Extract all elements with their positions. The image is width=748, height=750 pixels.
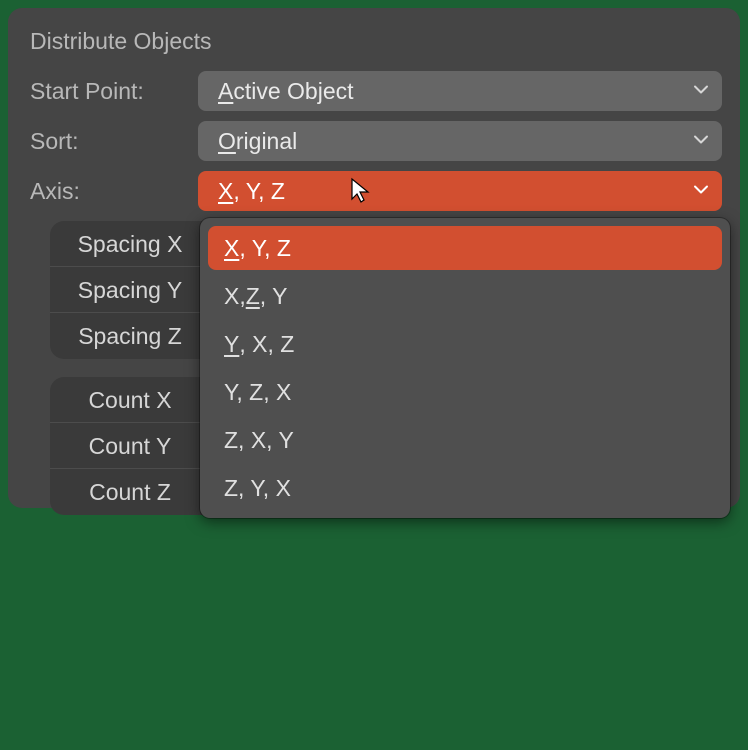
spacing-z-field[interactable]: Spacing Z <box>50 313 210 359</box>
axis-option-0[interactable]: X, Y, Z <box>208 226 722 270</box>
axis-option-2[interactable]: Y, X, Z <box>208 322 722 366</box>
count-x-field[interactable]: Count X <box>50 377 210 423</box>
count-z-field[interactable]: Count Z <box>50 469 210 515</box>
chevron-down-icon <box>692 178 710 205</box>
spacing-y-field[interactable]: Spacing Y <box>50 267 210 313</box>
start-point-select[interactable]: Active Object <box>198 71 722 111</box>
axis-select[interactable]: X, Y, Z <box>198 171 722 211</box>
axis-option-3[interactable]: Y, Z, X <box>208 370 722 414</box>
sort-select[interactable]: Original <box>198 121 722 161</box>
axis-label: Axis: <box>26 178 198 205</box>
axis-dropdown[interactable]: X, Y, ZX, Z, YY, X, ZY, Z, XZ, X, YZ, Y,… <box>200 218 730 518</box>
chevron-down-icon <box>692 128 710 155</box>
start-point-row: Start Point: Active Object <box>26 71 722 111</box>
sort-value: Original <box>218 128 297 155</box>
spacing-x-field[interactable]: Spacing X <box>50 221 210 267</box>
axis-option-1[interactable]: X, Z, Y <box>208 274 722 318</box>
sort-label: Sort: <box>26 128 198 155</box>
panel-title: Distribute Objects <box>26 28 722 55</box>
axis-row: Axis: X, Y, Z <box>26 171 722 211</box>
axis-value: X, Y, Z <box>218 178 285 205</box>
chevron-down-icon <box>692 78 710 105</box>
count-y-field[interactable]: Count Y <box>50 423 210 469</box>
axis-option-4[interactable]: Z, X, Y <box>208 418 722 462</box>
axis-option-5[interactable]: Z, Y, X <box>208 466 722 510</box>
sort-row: Sort: Original <box>26 121 722 161</box>
start-point-value: Active Object <box>218 78 354 105</box>
start-point-label: Start Point: <box>26 78 198 105</box>
